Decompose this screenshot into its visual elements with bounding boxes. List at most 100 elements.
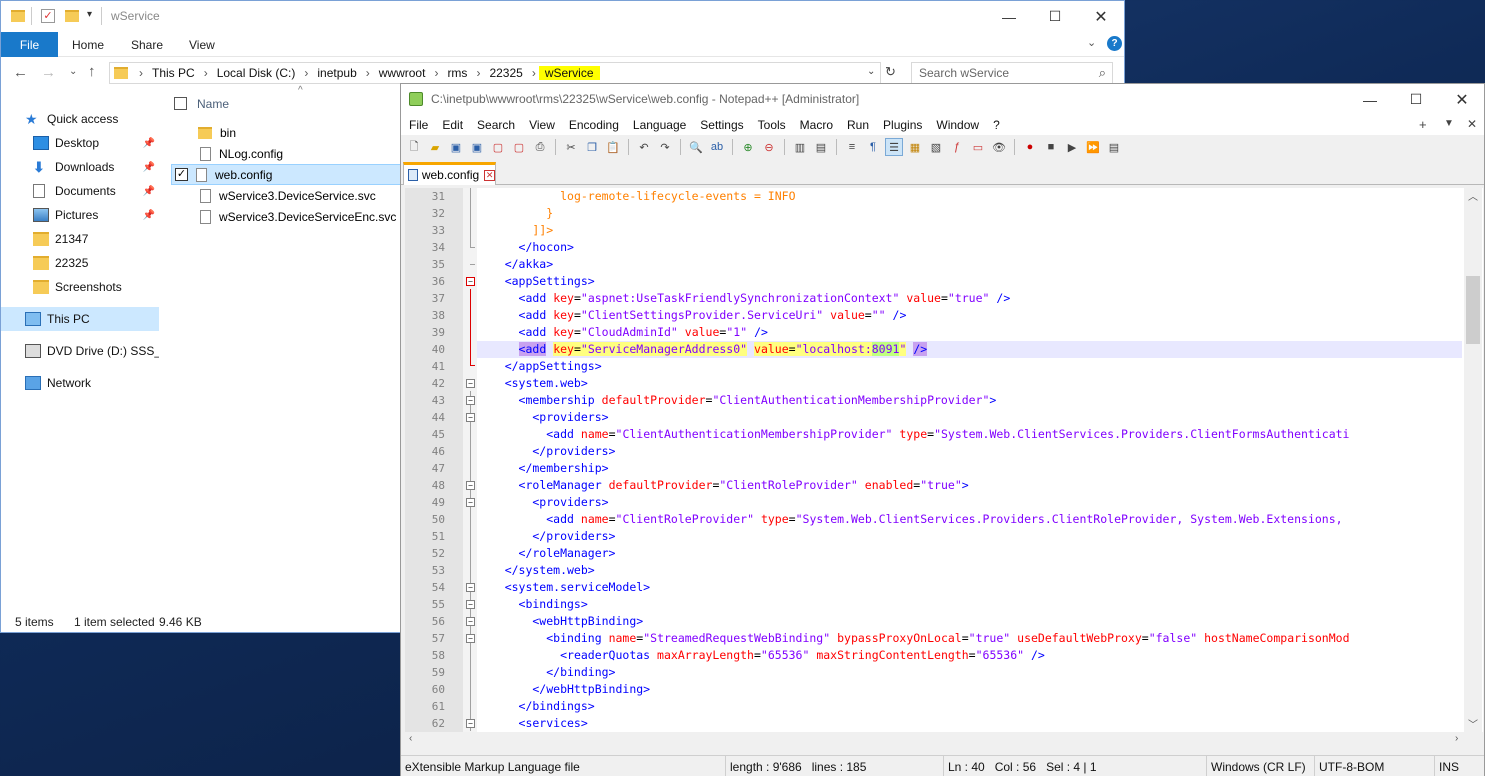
breadcrumb-22325[interactable]: 22325	[483, 66, 528, 80]
file-row-deviceserviceenc[interactable]: wService3.DeviceServiceEnc.svc	[171, 206, 401, 227]
menu-encoding[interactable]: Encoding	[562, 118, 626, 132]
fold-toggle-icon[interactable]: −	[466, 413, 475, 422]
indent-guide-icon[interactable]: ☰	[885, 138, 903, 156]
zoom-in-icon[interactable]: ⊕	[739, 138, 757, 156]
menu-run[interactable]: Run	[840, 118, 876, 132]
nav-folder-21347[interactable]: 21347	[1, 227, 159, 251]
vertical-scrollbar[interactable]: ︿ ﹀	[1464, 188, 1482, 732]
menu-help[interactable]: ?	[986, 118, 1007, 132]
column-header-name[interactable]: Name	[171, 93, 401, 114]
fold-toggle-icon[interactable]: −	[466, 379, 475, 388]
select-all-checkbox[interactable]	[174, 97, 187, 110]
undo-icon[interactable]: ↶	[635, 138, 653, 156]
menu-edit[interactable]: Edit	[435, 118, 470, 132]
status-encoding[interactable]: UTF-8-BOM	[1314, 756, 1434, 776]
fold-toggle-icon[interactable]: −	[466, 583, 475, 592]
folder-workspace-icon[interactable]: ▭	[969, 138, 987, 156]
npp-minimize-button[interactable]: —	[1347, 84, 1393, 115]
file-row-nlog[interactable]: NLog.config	[171, 143, 401, 164]
file-row-bin[interactable]: bin	[171, 122, 401, 143]
add-tab-icon[interactable]: +	[1419, 117, 1427, 132]
tab-share[interactable]: Share	[131, 32, 163, 57]
tab-close-icon[interactable]: ✕	[484, 169, 495, 181]
breadcrumb-this-pc[interactable]: This PC	[146, 66, 201, 80]
status-eol[interactable]: Windows (CR LF)	[1206, 756, 1314, 776]
find-icon[interactable]: 🔍	[687, 138, 705, 156]
breadcrumb-inetpub[interactable]: inetpub	[311, 66, 362, 80]
npp-close-button[interactable]: ✕	[1439, 84, 1485, 115]
breadcrumb-rms[interactable]: rms	[441, 66, 473, 80]
menu-language[interactable]: Language	[626, 118, 693, 132]
close-file-icon[interactable]: ▢	[489, 138, 507, 156]
scroll-down-icon[interactable]: ﹀	[1468, 716, 1478, 731]
menu-search[interactable]: Search	[470, 118, 522, 132]
redo-icon[interactable]: ↷	[656, 138, 674, 156]
breadcrumb-local-disk[interactable]: Local Disk (C:)	[211, 66, 302, 80]
refresh-icon[interactable]: ↻	[885, 64, 896, 80]
menu-tools[interactable]: Tools	[751, 118, 793, 132]
fold-toggle-icon[interactable]: −	[466, 481, 475, 490]
code-editor[interactable]: − − − − − − − − − − − 31 32 33 34 35 36 …	[405, 188, 1483, 732]
udl-icon[interactable]: ▦	[906, 138, 924, 156]
play-multiple-icon[interactable]: ⏩	[1084, 138, 1102, 156]
nav-quick-access[interactable]: ★ Quick access	[1, 107, 159, 131]
customize-chevron-icon[interactable]: ▾	[87, 9, 92, 20]
record-macro-icon[interactable]: ●	[1021, 138, 1039, 156]
function-list-icon[interactable]: ƒ	[948, 138, 966, 156]
file-checkbox[interactable]: ✓	[175, 168, 188, 181]
monitoring-icon[interactable]: 👁	[990, 138, 1008, 156]
file-row-web-config[interactable]: ✓ web.config	[171, 164, 401, 185]
replace-icon[interactable]: ab	[708, 138, 726, 156]
fold-toggle-icon[interactable]: −	[466, 277, 475, 286]
expand-ribbon-icon[interactable]: ⌄	[1087, 36, 1096, 49]
fold-toggle-icon[interactable]: −	[466, 719, 475, 728]
nav-folder-22325[interactable]: 22325	[1, 251, 159, 275]
tab-file[interactable]: File	[1, 32, 58, 57]
save-macro-icon[interactable]: ▤	[1105, 138, 1123, 156]
tab-web-config[interactable]: web.config ✕	[403, 162, 496, 185]
nav-downloads[interactable]: ⬇ Downloads 📌	[1, 155, 159, 179]
nav-dvd-drive[interactable]: DVD Drive (D:) SSS_X6	[1, 339, 159, 363]
close-all-icon[interactable]: ▢	[510, 138, 528, 156]
tab-home[interactable]: Home	[72, 32, 104, 57]
status-insert-mode[interactable]: INS	[1434, 756, 1484, 776]
file-row-deviceservice[interactable]: wService3.DeviceService.svc	[171, 185, 401, 206]
play-macro-icon[interactable]: ▶	[1063, 138, 1081, 156]
help-icon[interactable]: ?	[1107, 36, 1122, 51]
nav-screenshots[interactable]: Screenshots	[1, 275, 159, 299]
new-file-icon[interactable]: 🗋	[405, 138, 423, 156]
fold-toggle-icon[interactable]: −	[466, 634, 475, 643]
nav-desktop[interactable]: Desktop 📌	[1, 131, 159, 155]
copy-icon[interactable]: ❐	[583, 138, 601, 156]
back-arrow-icon[interactable]: ←	[13, 64, 28, 81]
print-icon[interactable]: ⎙	[531, 138, 549, 156]
nav-this-pc[interactable]: This PC	[1, 307, 159, 331]
close-doc-icon[interactable]: ✕	[1467, 117, 1477, 131]
npp-maximize-button[interactable]: ☐	[1393, 84, 1439, 115]
scroll-up-icon[interactable]: ︿	[1468, 188, 1478, 203]
new-folder-icon[interactable]	[65, 10, 79, 22]
address-bar[interactable]: › This PC › Local Disk (C:) › inetpub › …	[109, 62, 881, 84]
zoom-out-icon[interactable]: ⊖	[760, 138, 778, 156]
properties-icon[interactable]: ✓	[41, 9, 55, 23]
breadcrumb-wwwroot[interactable]: wwwroot	[373, 66, 432, 80]
breadcrumb-wservice[interactable]: wService	[538, 66, 600, 80]
tab-list-icon[interactable]: ▼	[1444, 118, 1454, 129]
word-wrap-icon[interactable]: ≡	[843, 138, 861, 156]
minimize-button[interactable]: —	[986, 1, 1032, 32]
fold-toggle-icon[interactable]: −	[466, 600, 475, 609]
doc-map-icon[interactable]: ▧	[927, 138, 945, 156]
menu-file[interactable]: File	[402, 118, 435, 132]
fold-toggle-icon[interactable]: −	[466, 498, 475, 507]
sync-horizontal-icon[interactable]: ▤	[812, 138, 830, 156]
search-input[interactable]: Search wService ⌕	[911, 62, 1113, 84]
fold-toggle-icon[interactable]: −	[466, 396, 475, 405]
nav-network[interactable]: Network	[1, 371, 159, 395]
menu-settings[interactable]: Settings	[693, 118, 750, 132]
fold-toggle-icon[interactable]: −	[466, 617, 475, 626]
tab-view[interactable]: View	[189, 32, 215, 57]
scroll-thumb[interactable]	[1466, 276, 1480, 344]
scroll-right-icon[interactable]: ›	[1455, 733, 1458, 744]
menu-window[interactable]: Window	[929, 118, 986, 132]
stop-macro-icon[interactable]: ■	[1042, 138, 1060, 156]
